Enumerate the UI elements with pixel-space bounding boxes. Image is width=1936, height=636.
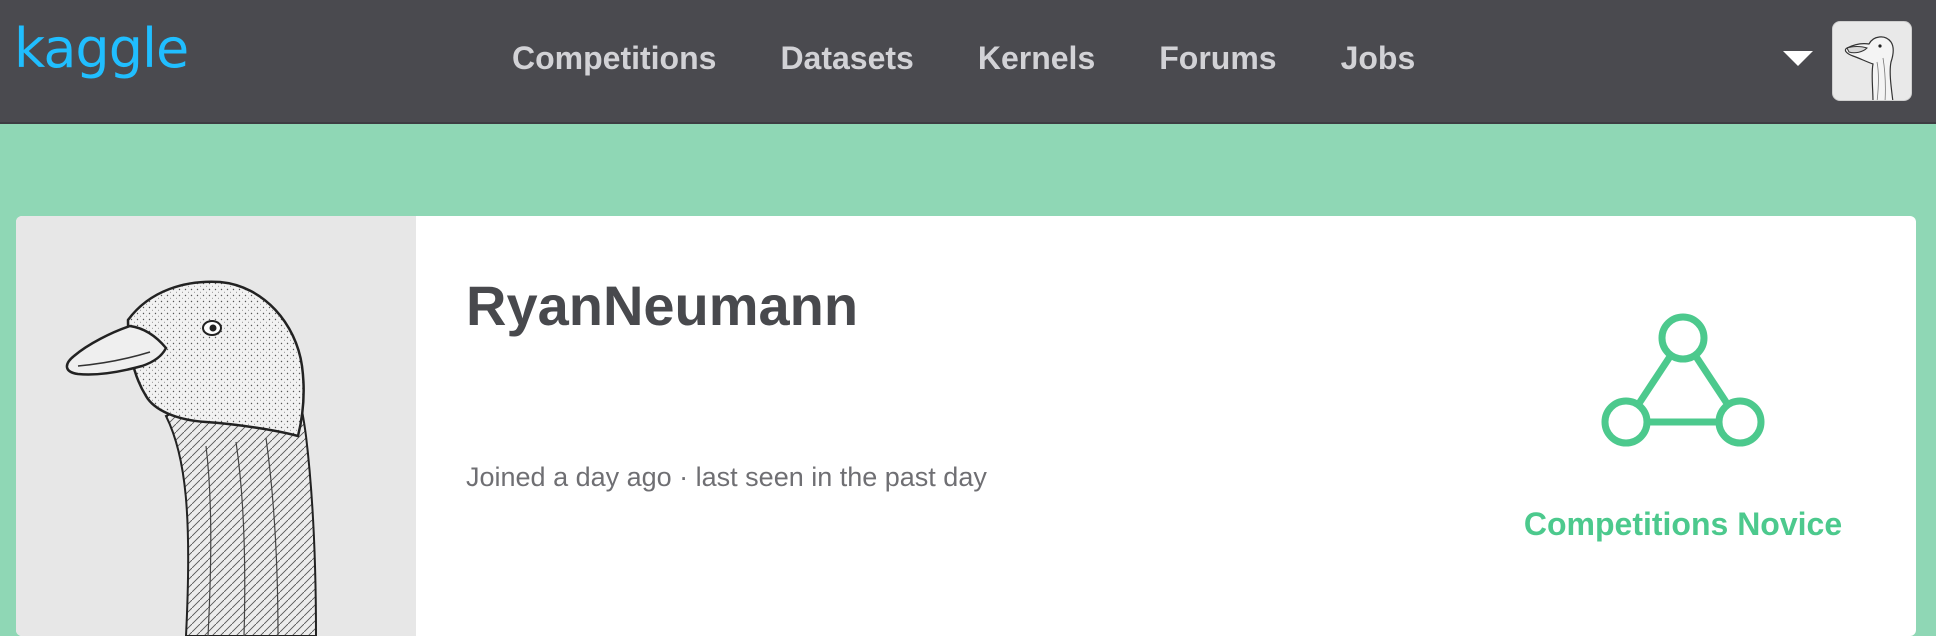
profile-username: RyanNeumann (466, 274, 859, 337)
nav-link-datasets[interactable]: Datasets (780, 40, 913, 76)
main-nav: Competitions Datasets Kernels Forums Job… (512, 40, 1479, 76)
profile-card: RyanNeumann Joined a day ago · last seen… (16, 216, 1916, 636)
user-avatar-button[interactable] (1832, 21, 1912, 101)
kaggle-logo[interactable]: kaggle (14, 22, 189, 76)
nav-link-forums[interactable]: Forums (1159, 40, 1276, 76)
nav-link-kernels[interactable]: Kernels (978, 40, 1095, 76)
profile-joined-status: Joined a day ago · last seen in the past… (466, 462, 987, 492)
novice-tier-icon (1601, 313, 1765, 447)
goose-avatar-icon (1844, 36, 1894, 100)
nav-link-competitions[interactable]: Competitions (512, 40, 716, 76)
goose-portrait-icon (65, 280, 318, 636)
top-navbar: kaggle Competitions Datasets Kernels For… (0, 0, 1936, 124)
caret-down-icon[interactable] (1783, 51, 1813, 66)
profile-photo (16, 216, 416, 636)
nav-link-jobs[interactable]: Jobs (1341, 40, 1416, 76)
tier-label[interactable]: Competitions Novice (1496, 506, 1870, 543)
